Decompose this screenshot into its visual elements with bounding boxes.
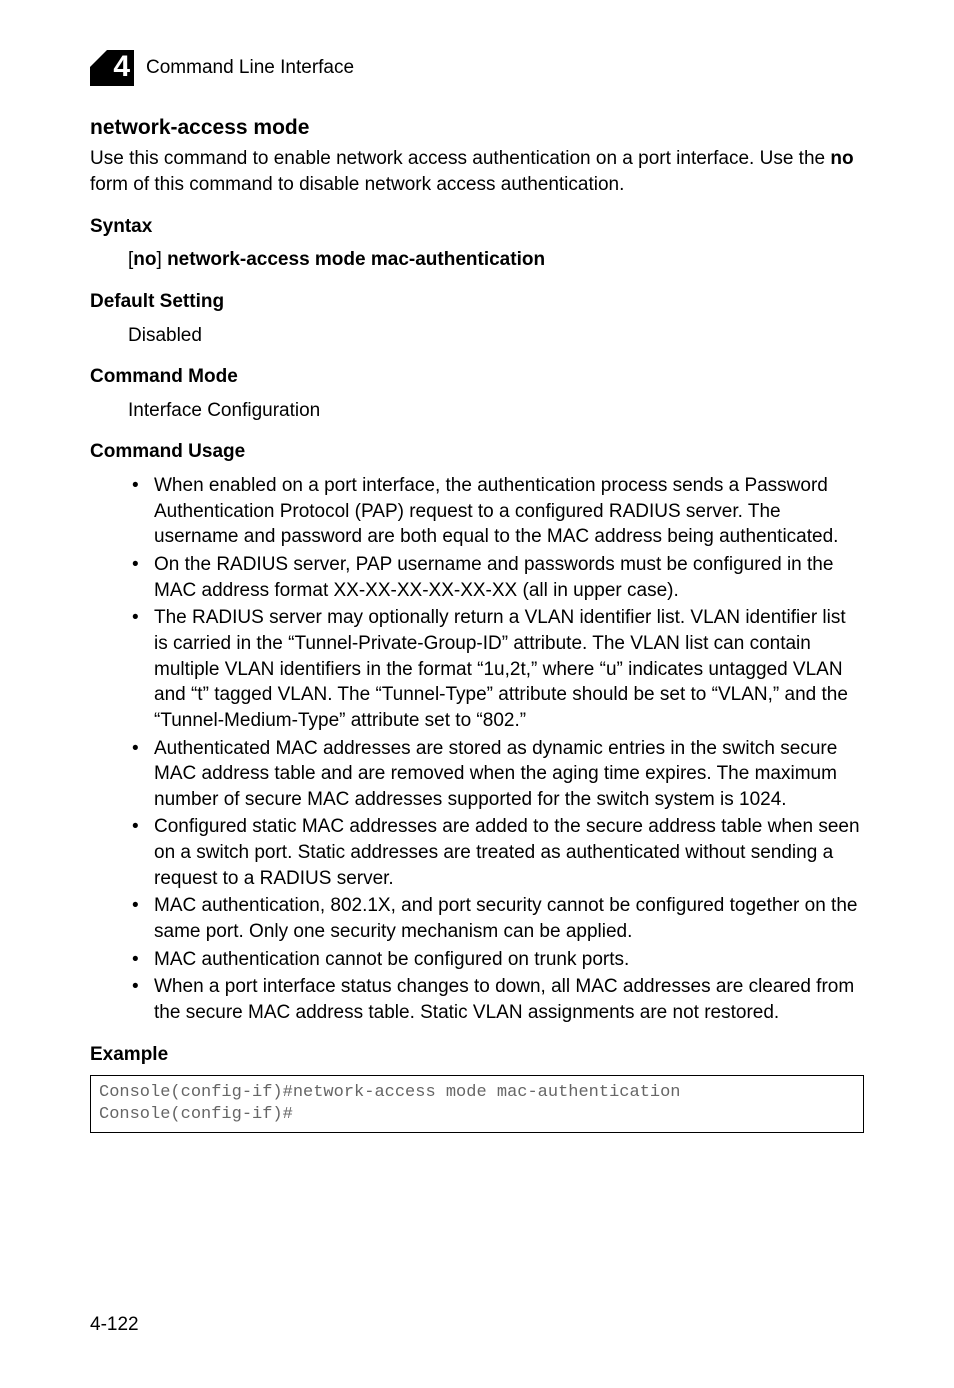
section-intro: Use this command to enable network acces… bbox=[90, 146, 864, 197]
example-label: Example bbox=[90, 1042, 864, 1068]
intro-text-b: form of this command to disable network … bbox=[90, 174, 624, 195]
syntax-command: network-access mode mac-authentication bbox=[167, 249, 545, 270]
command-mode-label: Command Mode bbox=[90, 364, 864, 390]
syntax-no: no bbox=[133, 249, 156, 270]
command-mode-value: Interface Configuration bbox=[128, 398, 864, 424]
list-item: On the RADIUS server, PAP username and p… bbox=[150, 552, 864, 603]
running-title: Command Line Interface bbox=[146, 55, 354, 81]
syntax-bracket-close: ] bbox=[157, 249, 168, 270]
list-item: When enabled on a port interface, the au… bbox=[150, 473, 864, 550]
page-number: 4-122 bbox=[90, 1312, 139, 1338]
syntax-line: [no] network-access mode mac-authenticat… bbox=[128, 247, 864, 273]
command-usage-label: Command Usage bbox=[90, 439, 864, 465]
intro-text-a: Use this command to enable network acces… bbox=[90, 148, 830, 169]
default-setting-label: Default Setting bbox=[90, 289, 864, 315]
usage-list: When enabled on a port interface, the au… bbox=[90, 473, 864, 1025]
page: 4 Command Line Interface network-access … bbox=[0, 0, 954, 1388]
section-title: network-access mode bbox=[90, 114, 864, 142]
default-setting-value: Disabled bbox=[128, 323, 864, 349]
intro-no-kw: no bbox=[830, 148, 853, 169]
example-code: Console(config-if)#network-access mode m… bbox=[90, 1075, 864, 1133]
list-item: When a port interface status changes to … bbox=[150, 974, 864, 1025]
list-item: Authenticated MAC addresses are stored a… bbox=[150, 736, 864, 813]
syntax-label: Syntax bbox=[90, 214, 864, 240]
list-item: MAC authentication, 802.1X, and port sec… bbox=[150, 893, 864, 944]
list-item: The RADIUS server may optionally return … bbox=[150, 605, 864, 733]
chapter-icon: 4 bbox=[90, 50, 134, 86]
list-item: MAC authentication cannot be configured … bbox=[150, 947, 864, 973]
page-header: 4 Command Line Interface bbox=[90, 50, 864, 86]
list-item: Configured static MAC addresses are adde… bbox=[150, 814, 864, 891]
